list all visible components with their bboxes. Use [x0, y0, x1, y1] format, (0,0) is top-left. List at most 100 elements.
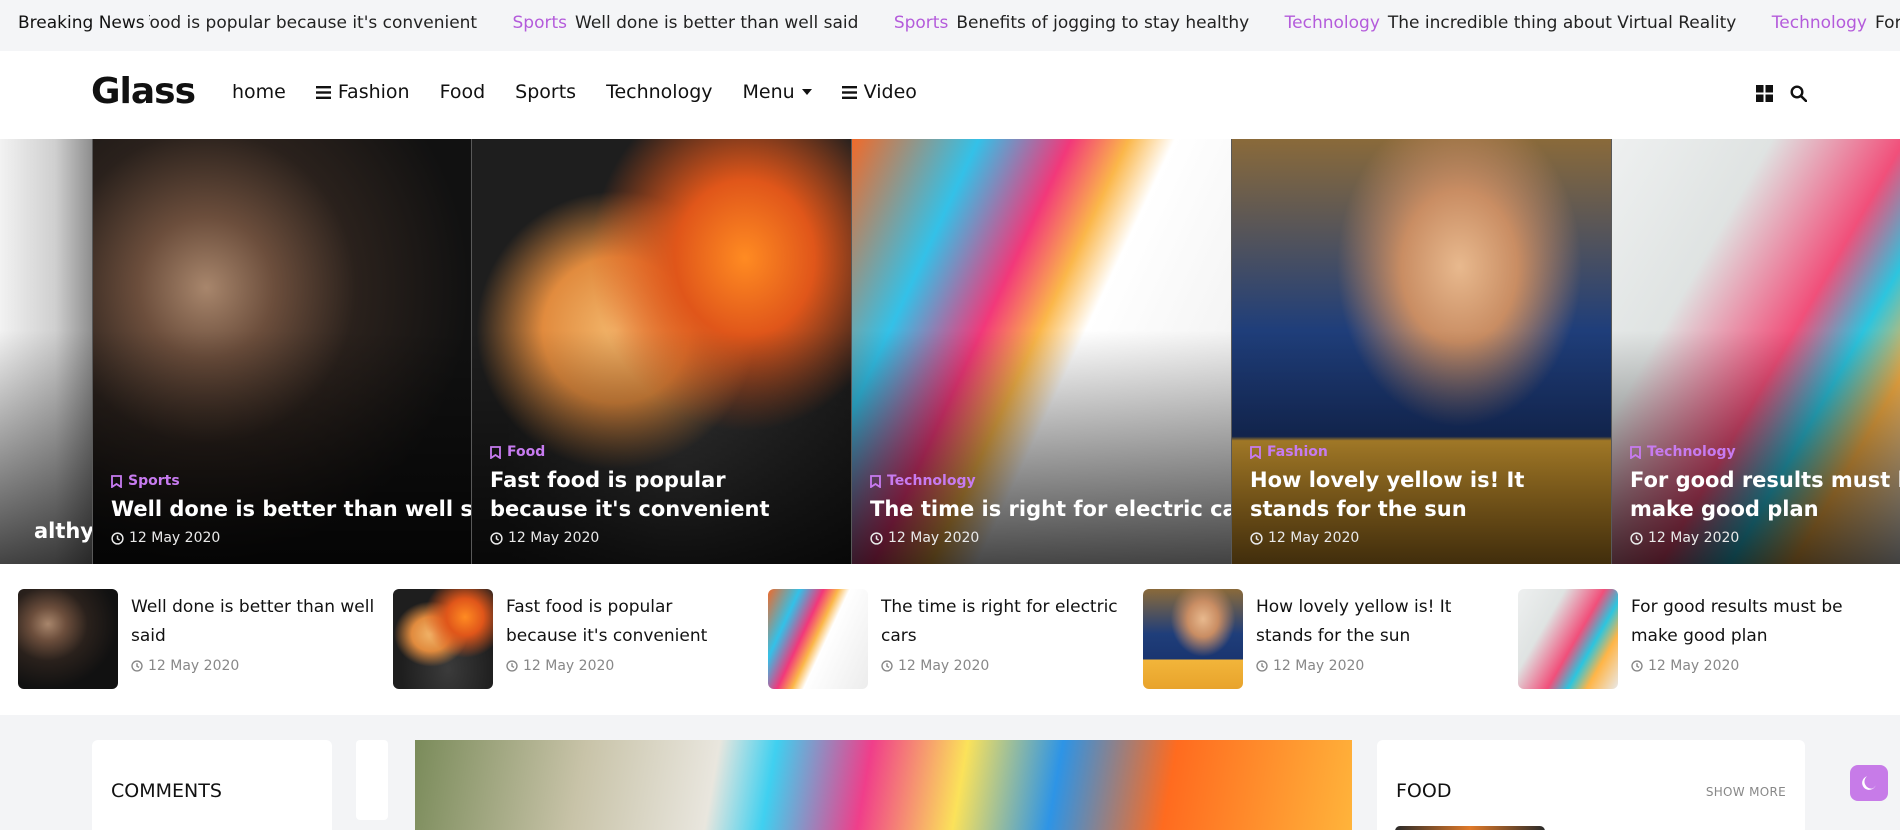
ticker-item-text: Benefits of jogging to stay healthy [956, 13, 1250, 33]
grid-icon[interactable] [1756, 85, 1774, 103]
nav-item-label: home [232, 81, 286, 103]
slide-card[interactable]: Technology The time is right for electri… [851, 139, 1231, 564]
comments-title: COMMENTS [111, 780, 222, 802]
list-item[interactable]: For good results must be make good plan … [1518, 589, 1878, 689]
search-icon[interactable] [1790, 85, 1808, 103]
bookmark-icon [111, 474, 122, 488]
list-item[interactable]: Well done is better than well said 12 Ma… [18, 589, 378, 689]
clock-icon [131, 660, 143, 672]
slide-card[interactable]: Technology For good results must be make… [1611, 139, 1900, 564]
featured-post-image[interactable] [415, 740, 1352, 830]
breaking-news-ticker: Breaking News Fast food is popular becau… [0, 0, 1900, 51]
post-thumbnail[interactable] [1518, 589, 1618, 689]
ticker-item[interactable]: Sports Well done is better than well said [513, 0, 859, 46]
post-date: 12 May 2020 [506, 658, 614, 674]
nav-item-label: Food [439, 81, 486, 103]
slide-card[interactable]: Fashion How lovely yellow is! It stands … [1231, 139, 1611, 564]
clock-icon [1250, 531, 1263, 545]
ticker-track: Fast food is popular because it's conven… [104, 0, 1900, 46]
caret-down-icon [801, 89, 812, 95]
moon-icon [1862, 776, 1876, 790]
slide-title[interactable]: How lovely yellow is! It stands for the … [1250, 466, 1580, 524]
slide-title[interactable]: Fast food is popular because it's conven… [490, 466, 820, 524]
slide-category-label: Fashion [1267, 444, 1328, 460]
slide-date-text: 12 May 2020 [508, 530, 600, 546]
clock-icon [870, 531, 883, 545]
slide-category-label: Technology [887, 473, 976, 489]
food-thumbnail[interactable] [1395, 826, 1545, 830]
post-date-text: 12 May 2020 [1648, 658, 1740, 674]
nav-item-label: Video [863, 81, 917, 103]
clock-icon [1630, 531, 1643, 545]
post-title[interactable]: How lovely yellow is! It stands for the … [1256, 593, 1476, 651]
slide-card[interactable]: Food Fast food is popular because it's c… [471, 139, 851, 564]
post-date: 12 May 2020 [1256, 658, 1364, 674]
slide-category[interactable]: Fashion [1250, 444, 1601, 460]
slide-date-text: 12 May 2020 [1268, 530, 1360, 546]
post-date-text: 12 May 2020 [1273, 658, 1365, 674]
slide-date-text: 12 May 2020 [1648, 530, 1740, 546]
slide-date: 12 May 2020 [1250, 530, 1601, 546]
slide-category[interactable]: Sports [111, 473, 461, 489]
nav-item-label: Sports [515, 81, 577, 103]
post-thumbnail[interactable] [393, 589, 493, 689]
ticker-item[interactable]: Technology For good results must be make … [1772, 0, 1900, 46]
nav-item-technology[interactable]: Technology [606, 81, 712, 103]
ticker-item-text: The incredible thing about Virtual Reali… [1387, 13, 1737, 33]
post-thumbnail[interactable] [1143, 589, 1243, 689]
nav-item-label: Menu [742, 81, 795, 103]
slide-title[interactable]: Well done is better than well said [111, 495, 471, 524]
list-item[interactable]: The time is right for electric cars 12 M… [768, 589, 1128, 689]
post-date: 12 May 2020 [131, 658, 239, 674]
slide-category[interactable]: Technology [870, 473, 1221, 489]
dark-mode-toggle[interactable] [1850, 765, 1888, 801]
post-thumbnail[interactable] [18, 589, 118, 689]
site-logo[interactable]: Glass [91, 71, 196, 112]
nav-item-video[interactable]: Video [841, 81, 917, 103]
list-item[interactable]: Fast food is popular because it's conven… [393, 589, 753, 689]
slide-card[interactable]: Sports Well done is better than well sai… [92, 139, 471, 564]
post-date: 12 May 2020 [1631, 658, 1739, 674]
ticker-item-text: For good results must be make good plan [1875, 13, 1900, 33]
slide-date-text: 12 May 2020 [888, 530, 980, 546]
nav-item-sports[interactable]: Sports [515, 81, 576, 103]
nav-item-food[interactable]: Food [440, 81, 486, 103]
post-date-text: 12 May 2020 [148, 658, 240, 674]
post-title[interactable]: For good results must be make good plan [1631, 593, 1871, 651]
menu-icon [315, 85, 331, 99]
post-date-text: 12 May 2020 [523, 658, 615, 674]
slide-title[interactable]: The time is right for electric cars [870, 495, 1231, 524]
list-item[interactable]: How lovely yellow is! It stands for the … [1143, 589, 1503, 689]
clock-icon [490, 531, 503, 545]
post-thumb-list: Well done is better than well said 12 Ma… [0, 564, 1900, 715]
hero-slider: ealthy Sports Well done is better than w… [0, 139, 1900, 564]
nav-item-home[interactable]: home [232, 81, 286, 103]
slide-title[interactable]: For good results must be make good plan [1630, 466, 1900, 524]
clock-icon [881, 660, 893, 672]
nav-item-fashion[interactable]: Fashion [315, 81, 410, 103]
slide-category[interactable]: Food [490, 444, 841, 460]
ticker-item[interactable]: Technology The incredible thing about Vir… [1285, 0, 1737, 46]
slide-category-label: Sports [128, 473, 180, 489]
slide-date: 12 May 2020 [490, 530, 841, 546]
slide-date: 12 May 2020 [870, 530, 1221, 546]
show-more-link[interactable]: SHOW MORE [1706, 785, 1786, 799]
ticker-item[interactable]: Sports Benefits of jogging to stay health… [894, 0, 1249, 46]
slide-previous[interactable]: ealthy [0, 139, 92, 564]
post-title[interactable]: Fast food is popular because it's conven… [506, 593, 726, 651]
clock-icon [1631, 660, 1643, 672]
post-title[interactable]: Well done is better than well said [131, 593, 381, 651]
bookmark-icon [1630, 445, 1641, 459]
main-nav: home Fashion Food Sports Technology Menu… [232, 81, 947, 103]
slide-category-label: Food [507, 444, 546, 460]
ticker-item[interactable]: Fast food is popular because it's conven… [104, 0, 477, 46]
nav-item-menu[interactable]: Menu [743, 81, 812, 103]
post-thumbnail[interactable] [768, 589, 868, 689]
site-header: Glass home Fashion Food Sports Technolog… [0, 51, 1900, 139]
slide-date: 12 May 2020 [1630, 530, 1900, 546]
widget-card [356, 740, 388, 820]
breaking-news-label: Breaking News [18, 0, 149, 46]
nav-item-label: Fashion [337, 81, 410, 103]
post-title[interactable]: The time is right for electric cars [881, 593, 1121, 651]
slide-category[interactable]: Technology [1630, 444, 1900, 460]
